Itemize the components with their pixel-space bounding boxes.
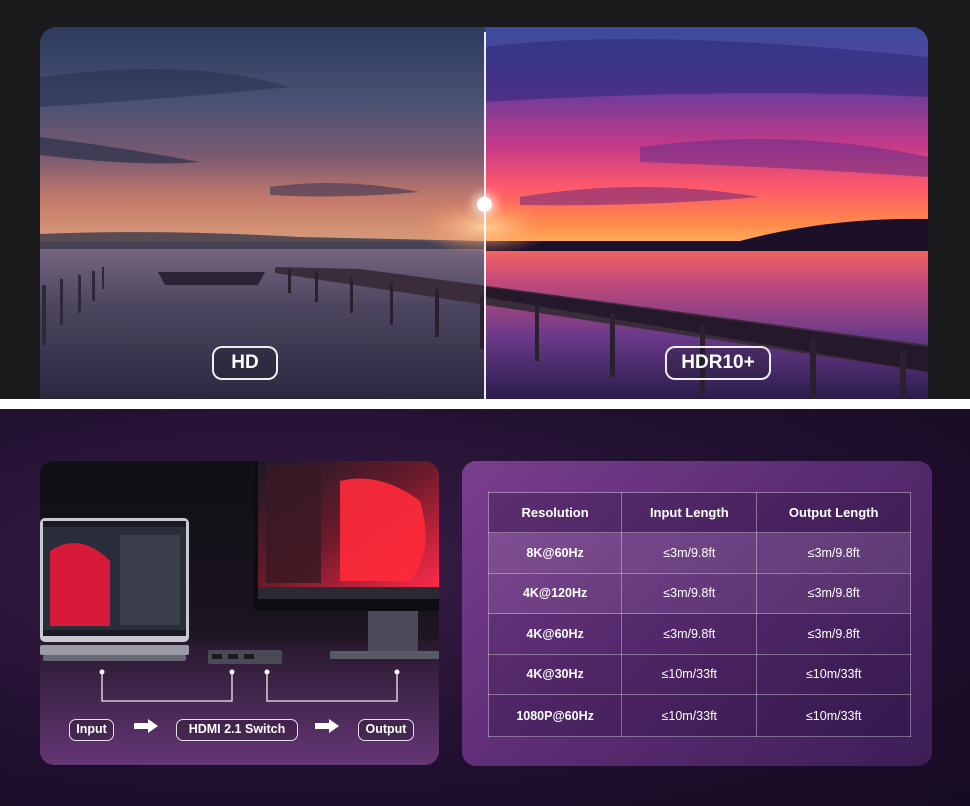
resolution-cell: 1080P@60Hz xyxy=(487,694,623,737)
resolution-cell: 8K@60Hz xyxy=(487,532,623,574)
comparison-image: HD HDR10+ xyxy=(40,27,928,399)
comparison-section: HD HDR10+ xyxy=(0,0,970,399)
input-length-cell: ≤3m/9.8ft xyxy=(621,532,758,574)
arrow-right-icon xyxy=(315,719,339,733)
arrow-right-icon xyxy=(134,719,158,733)
switch-device-icon xyxy=(208,650,282,664)
output-label: Output xyxy=(358,719,414,741)
resolution-cell: 4K@120Hz xyxy=(487,572,623,614)
table-header-row: Resolution Input Length Output Length xyxy=(487,492,911,533)
table-row: 8K@60Hz ≤3m/9.8ft ≤3m/9.8ft xyxy=(487,532,911,574)
spec-table-card: Resolution Input Length Output Length 8K… xyxy=(462,461,932,766)
output-length-cell: ≤3m/9.8ft xyxy=(756,532,911,574)
hd-label: HD xyxy=(212,346,278,380)
hdmi-switch-label: HDMI 2.1 Switch xyxy=(176,719,298,741)
input-label: Input xyxy=(69,719,114,741)
resolution-cell: 4K@30Hz xyxy=(487,653,623,695)
input-length-cell: ≤10m/33ft xyxy=(621,694,758,737)
output-length-cell: ≤10m/33ft xyxy=(756,653,911,695)
table-row: 1080P@60Hz ≤10m/33ft ≤10m/33ft xyxy=(487,694,911,737)
input-length-cell: ≤3m/9.8ft xyxy=(621,572,758,614)
setup-card: Input HDMI 2.1 Switch Output xyxy=(40,461,439,765)
table-row: 4K@60Hz ≤3m/9.8ft ≤3m/9.8ft xyxy=(487,613,911,655)
specs-section: Input HDMI 2.1 Switch Output Resolution … xyxy=(0,409,970,806)
output-length-cell: ≤3m/9.8ft xyxy=(756,572,911,614)
connection-flow: Input HDMI 2.1 Switch Output xyxy=(40,719,439,745)
output-length-cell: ≤10m/33ft xyxy=(756,694,911,737)
header-resolution: Resolution xyxy=(487,492,623,533)
resolution-cell: 4K@60Hz xyxy=(487,613,623,655)
table-row: 4K@120Hz ≤3m/9.8ft ≤3m/9.8ft xyxy=(487,572,911,614)
output-length-cell: ≤3m/9.8ft xyxy=(756,613,911,655)
laptop-icon xyxy=(40,518,189,661)
hdr10-plus-label: HDR10+ xyxy=(665,346,771,380)
input-length-cell: ≤3m/9.8ft xyxy=(621,613,758,655)
table-row: 4K@30Hz ≤10m/33ft ≤10m/33ft xyxy=(487,653,911,695)
spec-table: Resolution Input Length Output Length 8K… xyxy=(487,492,911,737)
comparison-divider[interactable] xyxy=(484,32,486,399)
header-output-length: Output Length xyxy=(756,492,911,533)
monitor-icon xyxy=(254,461,439,659)
divider-handle[interactable] xyxy=(477,197,492,212)
header-input-length: Input Length xyxy=(621,492,758,533)
input-length-cell: ≤10m/33ft xyxy=(621,653,758,695)
